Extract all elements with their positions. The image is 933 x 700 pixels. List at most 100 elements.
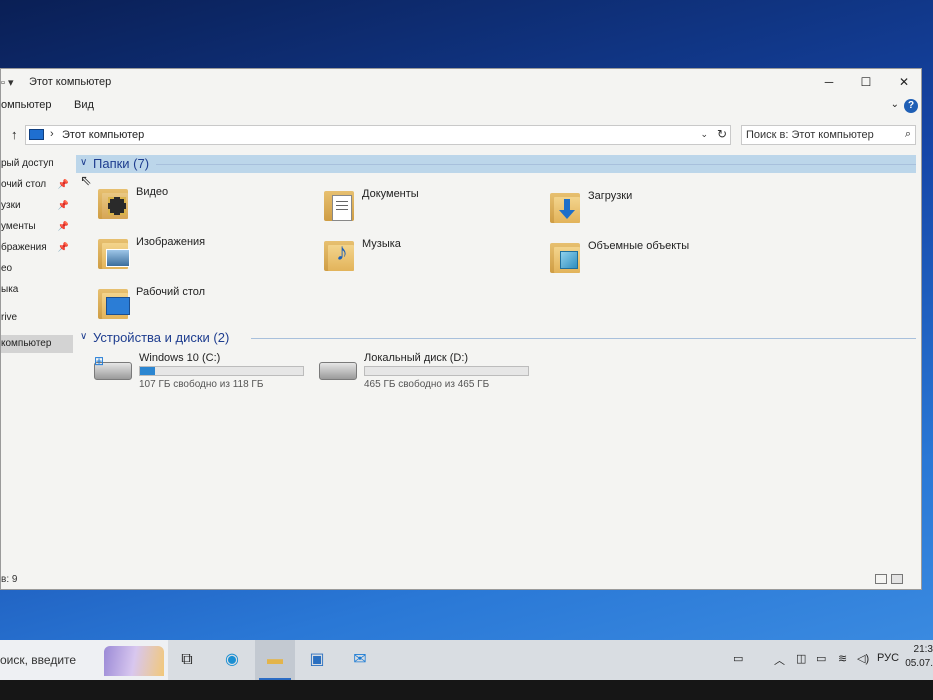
drive-c[interactable]: ⊞ Windows 10 (C:) 107 ГБ свободно из 118… xyxy=(94,352,324,392)
refresh-icon[interactable]: ↻ xyxy=(717,127,727,141)
search-highlight-image xyxy=(104,646,164,676)
content-pane: ∨ Папки (7) Видео Документы Загрузки Изо… xyxy=(76,155,916,575)
nav-item-desktop[interactable]: очий стол 📌 xyxy=(1,176,73,194)
breadcrumb-separator-icon: › xyxy=(50,128,54,140)
drive-d[interactable]: Локальный диск (D:) 465 ГБ свободно из 4… xyxy=(319,352,549,392)
nav-item-onedrive[interactable]: rive xyxy=(1,309,73,327)
language-indicator[interactable]: РУС xyxy=(877,652,899,664)
search-icon[interactable]: ⌕ xyxy=(905,128,911,141)
nav-item-documents[interactable]: ументы 📌 xyxy=(1,218,73,236)
windows-logo-icon: ⊞ xyxy=(94,354,105,368)
group-header-drives[interactable]: ∨ Устройства и диски (2) xyxy=(76,329,916,347)
nav-item-label: очий стол xyxy=(1,179,47,190)
battery-icon[interactable]: ▭ xyxy=(816,652,826,665)
nav-item-label: rive xyxy=(1,312,18,323)
folder-3d-objects[interactable]: Объемные объекты xyxy=(548,237,768,281)
video-folder-icon xyxy=(96,183,130,221)
group-header-folders[interactable]: ∨ Папки (7) xyxy=(76,155,916,173)
pin-icon: 📌 xyxy=(57,221,69,231)
taskbar-search-input[interactable] xyxy=(0,652,100,668)
folder-desktop[interactable]: Рабочий стол xyxy=(96,283,316,327)
documents-folder-icon xyxy=(322,185,356,223)
taskbar: ⧉ ◉ ▬ ▣ ✉ ▭ ︿ ◫ ▭ ≋ ◁) РУС 21:3 05.07. xyxy=(0,640,933,680)
folder-downloads[interactable]: Загрузки xyxy=(548,187,768,231)
show-hidden-icons-icon[interactable]: ︿ xyxy=(774,652,785,668)
nav-item-label: рый доступ xyxy=(1,158,54,169)
nav-item-videos[interactable]: ео xyxy=(1,260,73,278)
drive-free-space: 107 ГБ свободно из 118 ГБ xyxy=(139,379,264,390)
address-bar[interactable]: › Этот компьютер ⌄ ↻ xyxy=(25,125,731,145)
breadcrumb-this-pc[interactable]: Этот компьютер xyxy=(62,129,144,141)
folder-name: Видео xyxy=(136,186,169,198)
wifi-icon[interactable]: ≋ xyxy=(838,652,847,665)
pin-icon: 📌 xyxy=(57,179,69,189)
screen-bezel xyxy=(0,680,933,700)
taskbar-search xyxy=(0,640,168,680)
clock-date: 05.07. xyxy=(905,658,933,669)
nav-item-label: ументы xyxy=(1,221,36,232)
notifications-panel-icon[interactable]: ▭ xyxy=(733,652,743,665)
up-arrow-icon[interactable]: ↑ xyxy=(11,127,18,142)
nav-item-label: ео xyxy=(1,263,13,274)
minimize-button[interactable]: ─ xyxy=(819,75,839,91)
mail-icon[interactable]: ✉ xyxy=(349,650,371,670)
details-view-icon[interactable] xyxy=(875,574,887,584)
folder-music[interactable]: ♪ Музыка xyxy=(322,235,542,279)
close-button[interactable]: ✕ xyxy=(894,75,914,91)
meet-now-icon[interactable]: ◫ xyxy=(796,652,806,665)
collapse-chevron-icon[interactable]: ∨ xyxy=(80,331,87,342)
pictures-folder-icon xyxy=(96,233,130,271)
item-count: в: 9 xyxy=(1,574,18,585)
drive-usage-bar xyxy=(139,366,304,376)
window-title: Этот компьютер xyxy=(29,76,112,88)
folder-name: Музыка xyxy=(362,238,401,250)
search-box: ⌕ xyxy=(741,125,916,145)
nav-item-music[interactable]: ыка xyxy=(1,281,73,299)
title-bar: ▫ ▾ Этот компьютер ─ ☐ ✕ xyxy=(1,69,921,95)
nav-item-pictures[interactable]: бражения 📌 xyxy=(1,239,73,257)
drive-usage-fill xyxy=(140,367,155,375)
collapse-chevron-icon[interactable]: ∨ xyxy=(80,157,87,168)
tab-view[interactable]: Вид xyxy=(74,99,94,111)
task-view-icon[interactable]: ⧉ xyxy=(176,650,198,670)
file-explorer-icon: ▬ xyxy=(267,651,283,668)
3d-objects-folder-icon xyxy=(548,237,582,275)
folder-name: Изображения xyxy=(136,236,206,248)
clock[interactable]: 21:3 05.07. xyxy=(905,643,933,671)
mouse-pointer-icon: ⇖ xyxy=(80,172,92,188)
navigation-pane: рый доступ очий стол 📌 узки 📌 ументы 📌 б… xyxy=(1,155,73,575)
desktop-folder-icon xyxy=(96,283,130,321)
nav-item-downloads[interactable]: узки 📌 xyxy=(1,197,73,215)
drive-name: Windows 10 (C:) xyxy=(139,352,221,364)
group-title: Папки (7) xyxy=(93,156,150,171)
help-icon[interactable]: ? xyxy=(904,99,918,113)
address-row: ↑ › Этот компьютер ⌄ ↻ ⌕ xyxy=(1,124,921,148)
folder-name: Загрузки xyxy=(588,190,633,202)
folder-video[interactable]: Видео xyxy=(96,183,316,227)
pin-icon: 📌 xyxy=(57,200,69,210)
drive-usage-bar xyxy=(364,366,529,376)
folder-documents[interactable]: Документы xyxy=(322,185,542,229)
nav-item-this-pc[interactable]: компьютер xyxy=(1,335,73,353)
nav-item-quick-access[interactable]: рый доступ xyxy=(1,155,73,173)
taskbar-file-explorer[interactable]: ▬ xyxy=(255,640,295,680)
search-input[interactable] xyxy=(746,128,891,142)
folder-pictures[interactable]: Изображения xyxy=(96,233,316,277)
address-dropdown-icon[interactable]: ⌄ xyxy=(700,129,708,140)
tab-computer[interactable]: омпьютер xyxy=(1,99,52,111)
group-divider xyxy=(251,338,916,339)
quick-access-toolbar[interactable]: ▫ ▾ xyxy=(1,76,13,89)
nav-item-label: узки xyxy=(1,200,21,211)
folder-name: Документы xyxy=(362,188,419,200)
store-icon[interactable]: ▣ xyxy=(306,650,328,670)
volume-icon[interactable]: ◁) xyxy=(857,652,869,665)
maximize-button[interactable]: ☐ xyxy=(856,75,876,91)
nav-item-label: компьютер xyxy=(1,338,52,349)
ribbon-collapse-icon[interactable]: ⌄ xyxy=(891,99,899,110)
clock-time: 21:3 xyxy=(913,644,933,655)
music-folder-icon: ♪ xyxy=(322,235,356,273)
large-icons-view-icon[interactable] xyxy=(891,574,903,584)
pin-icon: 📌 xyxy=(57,242,69,252)
drive-icon xyxy=(319,362,357,380)
edge-icon[interactable]: ◉ xyxy=(221,650,243,670)
